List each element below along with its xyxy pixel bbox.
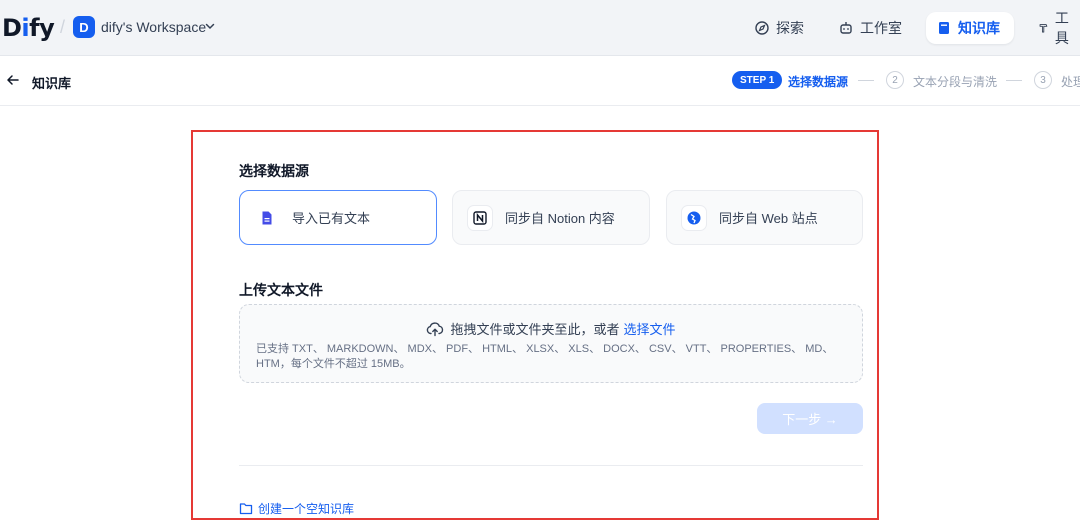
source-option-notion[interactable]: 同步自 Notion 内容 [452,190,650,245]
step-2-badge: 2 [886,71,904,89]
file-dropzone[interactable]: 拖拽文件或文件夹至此，或者 选择文件 已支持 TXT、 MARKDOWN、 MD… [239,304,863,383]
nav-studio-label: 工作室 [860,20,902,36]
create-empty-kb-link[interactable]: 创建一个空知识库 [239,500,354,517]
section-divider [239,465,863,466]
step-2-label: 文本分段与清洗 [913,75,998,89]
chevron-down-icon[interactable] [204,20,216,32]
source-option-notion-label: 同步自 Notion 内容 [505,211,615,226]
workspace-avatar[interactable]: D [73,16,95,38]
source-option-web-label: 同步自 Web 站点 [719,211,818,226]
hammer-icon [1039,24,1048,33]
folder-icon [239,503,253,515]
top-navbar: Dify / D dify's Workspace 探索 工作室 知识库 工具 [0,0,1080,56]
dropzone-prompt-row: 拖拽文件或文件夹至此，或者 选择文件 [240,319,862,338]
cloud-upload-icon [427,321,444,336]
source-option-file-label: 导入已有文本 [292,211,371,226]
workspace-name[interactable]: dify's Workspace [101,19,206,35]
create-empty-kb-label: 创建一个空知识库 [258,502,355,516]
file-text-icon [254,205,280,231]
choose-file-link[interactable]: 选择文件 [624,319,676,338]
notion-icon [467,204,493,231]
source-option-web[interactable]: 同步自 Web 站点 [666,190,863,245]
step-connector [1006,80,1022,81]
globe-icon [681,204,707,231]
breadcrumb-separator: / [60,17,66,37]
dify-logo[interactable]: Dify [2,14,55,42]
step-3-label: 处理并完成 [1061,75,1080,89]
step-connector [858,80,874,81]
step-1-label: 选择数据源 [788,75,849,89]
dropzone-prompt: 拖拽文件或文件夹至此，或者 [450,322,620,337]
arrow-left-icon[interactable] [6,73,20,87]
nav-tools-label: 工具 [1054,10,1069,46]
supported-formats-text: 已支持 TXT、 MARKDOWN、 MDX、 PDF、 HTML、 XLSX、… [256,343,834,370]
step-3-badge: 3 [1034,71,1052,89]
source-option-file[interactable]: 导入已有文本 [239,190,437,245]
nav-explore[interactable]: 探索 [744,12,814,44]
step-1-badge: STEP 1 [732,71,783,89]
nav-studio[interactable]: 工作室 [828,12,912,44]
back-label[interactable]: 知识库 [32,73,71,92]
nav-knowledge-label: 知识库 [958,20,1000,36]
compass-icon [755,21,769,35]
nav-explore-label: 探索 [776,20,804,36]
nav-knowledge[interactable]: 知识库 [926,12,1014,44]
steps-bar: 知识库 STEP 1 选择数据源 2 文本分段与清洗 3 处理并完成 [0,56,1080,106]
upload-section-title: 上传文本文件 [239,282,323,298]
nav-tools[interactable]: 工具 [1028,10,1080,46]
next-step-button[interactable]: 下一步 → [757,403,863,434]
robot-icon [840,22,852,34]
source-section-title: 选择数据源 [239,163,309,179]
book-icon [939,22,949,34]
